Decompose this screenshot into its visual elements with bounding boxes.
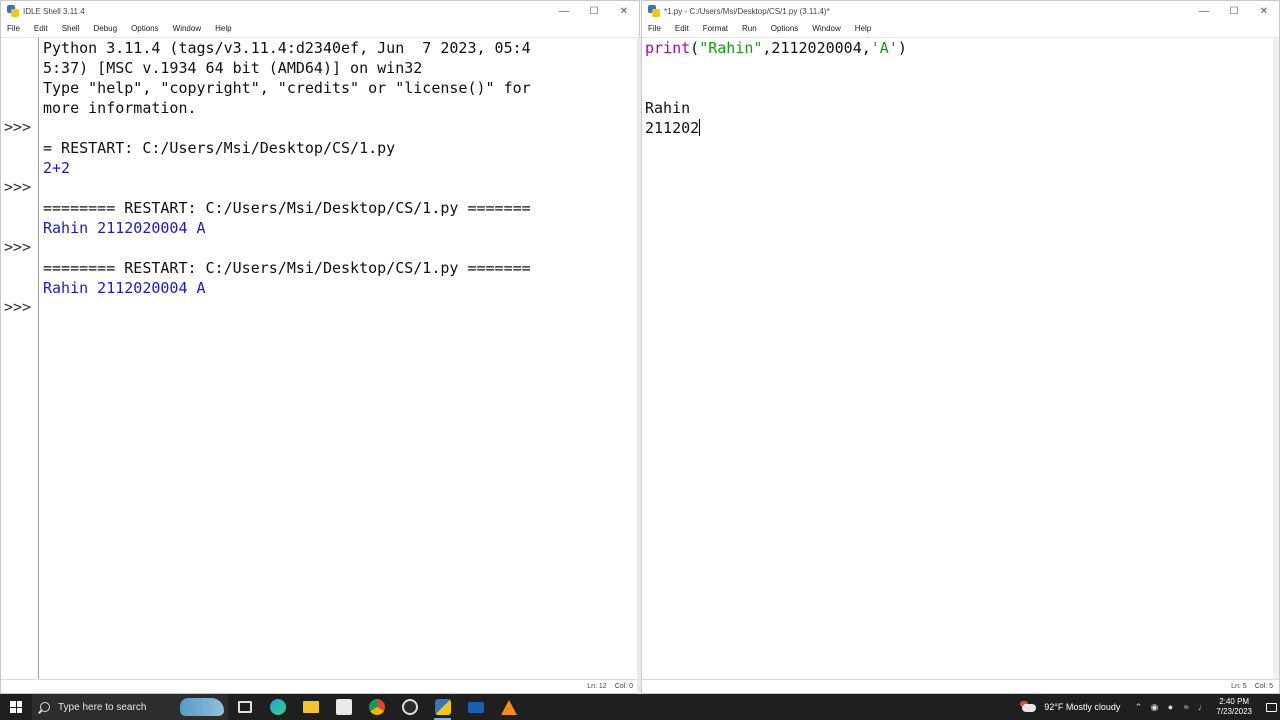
shell-line: Python 3.11.4 (tags/v3.11.4:d2340ef, Jun… [43,39,531,57]
code-args: ,2112020004, [762,39,871,57]
code-punct: ) [897,39,907,57]
shell-line: = RESTART: C:/Users/Msi/Desktop/CS/1.py [43,139,396,157]
microphone-icon[interactable]: ● [1162,702,1178,712]
shell-prompt: >>> [4,298,32,316]
clock-time: 2:40 PM [1219,697,1250,706]
notification-icon[interactable] [1262,694,1280,720]
idle-shell-window: IDLE Shell 3.11.4 — ☐ ✕ File Edit Shell … [0,0,640,694]
code-editor[interactable]: print("Rahin",2112020004,'A') Rahin 2112… [645,38,1269,679]
search-icon [40,702,50,712]
close-button[interactable]: ✕ [609,1,639,21]
weather-temperature: 92°F [1044,702,1064,712]
editor-content[interactable]: print("Rahin",2112020004,'A') Rahin 2112… [642,37,1279,679]
code-text: 211202 [645,119,700,137]
store-icon[interactable] [327,694,360,720]
cloudy-weather-icon [1020,701,1038,713]
minimize-button[interactable]: — [1189,1,1219,21]
task-view-icon[interactable] [228,694,261,720]
code-punct: ( [690,39,700,57]
edge-icon[interactable] [261,694,294,720]
code-line: 211202 [645,118,701,138]
editor-status-col: Col: 5 [1254,683,1273,690]
menu-shell[interactable]: Shell [60,24,82,33]
menu-file[interactable]: File [646,24,663,33]
shell-line: 5:37) [MSC v.1934 64 bit (AMD64)] on win… [43,59,423,77]
search-placeholder: Type here to search [58,701,147,713]
shell-line: 2+2 [43,159,71,177]
desktop: IDLE Shell 3.11.4 — ☐ ✕ File Edit Shell … [0,0,1280,720]
system-tray: 92°F Mostly cloudy ⌃ ◉ ● ≈ ♩ 2:40 PM 7/2… [1020,694,1280,720]
idle-app-icon [648,5,660,17]
weather-widget[interactable]: 92°F Mostly cloudy [1020,701,1120,713]
shell-line: more information. [43,99,197,117]
shell-status-col: Col: 0 [614,683,633,690]
shell-statusbar: Ln: 12 Col: 0 [1,679,639,693]
volume-icon[interactable]: ♩ [1194,702,1210,712]
start-button[interactable] [0,694,32,720]
clock-date: 7/23/2023 [1216,707,1252,716]
shell-line: Type "help", "copyright", "credits" or "… [43,79,531,97]
shell-title: IDLE Shell 3.11.4 [23,6,85,16]
editor-title: *1.py - C:/Users/Msi/Desktop/CS/1.py (3.… [664,6,830,16]
shell-prompt: >>> [4,238,32,256]
shell-line: ======== RESTART: C:/Users/Msi/Desktop/C… [43,259,531,277]
shell-line: Rahin 2112020004 A [43,279,206,297]
wifi-icon[interactable]: ≈ [1178,702,1194,712]
editor-status-line: Ln: 5 [1231,683,1247,690]
shell-prompt-sidebar: >>> >>> >>> >>> [1,38,39,679]
maximize-button[interactable]: ☐ [1219,1,1249,21]
editor-scrollbar[interactable] [1273,37,1279,679]
search-highlight-image [180,698,224,716]
text-cursor [699,119,701,136]
menu-edit[interactable]: Edit [673,24,691,33]
file-explorer-icon[interactable] [294,694,327,720]
idle-app-icon [7,5,19,17]
shell-titlebar[interactable]: IDLE Shell 3.11.4 — ☐ ✕ [1,1,639,21]
taskbar-search[interactable]: Type here to search [32,694,228,720]
code-line: print("Rahin",2112020004,'A') [645,38,907,58]
shell-prompt: >>> [4,178,32,196]
menu-run[interactable]: Run [740,24,759,33]
mail-app-icon[interactable] [459,694,492,720]
weather-condition: Mostly cloudy [1065,702,1121,712]
menu-help[interactable]: Help [853,24,873,33]
github-icon[interactable] [393,694,426,720]
shell-line: Rahin 2112020004 A [43,219,206,237]
menu-debug[interactable]: Debug [91,24,119,33]
idle-taskbar-icon[interactable] [426,694,459,720]
close-button[interactable]: ✕ [1249,1,1279,21]
menu-window[interactable]: Window [171,24,203,33]
menu-options[interactable]: Options [129,24,161,33]
chrome-icon[interactable] [360,694,393,720]
taskbar: Type here to search 92°F Mostly cloudy ⌃… [0,694,1280,720]
shell-line: ======== RESTART: C:/Users/Msi/Desktop/C… [43,199,531,217]
clock[interactable]: 2:40 PM 7/23/2023 [1216,697,1252,717]
menu-options[interactable]: Options [769,24,801,33]
code-string: 'A' [870,39,898,57]
code-string: "Rahin" [699,39,763,57]
chevron-up-icon[interactable]: ⌃ [1130,702,1146,713]
shell-content[interactable]: >>> >>> >>> >>> Python 3.11.4 (tags/v3.1… [1,37,639,679]
minimize-button[interactable]: — [549,1,579,21]
editor-statusbar: Ln: 5 Col: 5 [642,679,1279,693]
security-icon[interactable]: ◉ [1146,702,1162,713]
menu-file[interactable]: File [5,24,22,33]
menu-edit[interactable]: Edit [32,24,50,33]
maximize-button[interactable]: ☐ [579,1,609,21]
editor-menubar: File Edit Format Run Options Window Help [642,21,1279,36]
code-keyword: print [645,39,691,57]
menu-format[interactable]: Format [701,24,730,33]
menu-window[interactable]: Window [810,24,842,33]
windows-logo-icon [10,701,22,713]
code-line: Rahin [645,99,691,117]
editor-window: *1.py - C:/Users/Msi/Desktop/CS/1.py (3.… [641,0,1280,694]
shell-output-area[interactable]: Python 3.11.4 (tags/v3.11.4:d2340ef, Jun… [43,38,631,679]
shell-menubar: File Edit Shell Debug Options Window Hel… [1,21,639,36]
shell-prompt: >>> [4,118,32,136]
menu-help[interactable]: Help [213,24,233,33]
shell-status-line: Ln: 12 [587,683,607,690]
vlc-icon[interactable] [492,694,525,720]
editor-titlebar[interactable]: *1.py - C:/Users/Msi/Desktop/CS/1.py (3.… [642,1,1279,21]
